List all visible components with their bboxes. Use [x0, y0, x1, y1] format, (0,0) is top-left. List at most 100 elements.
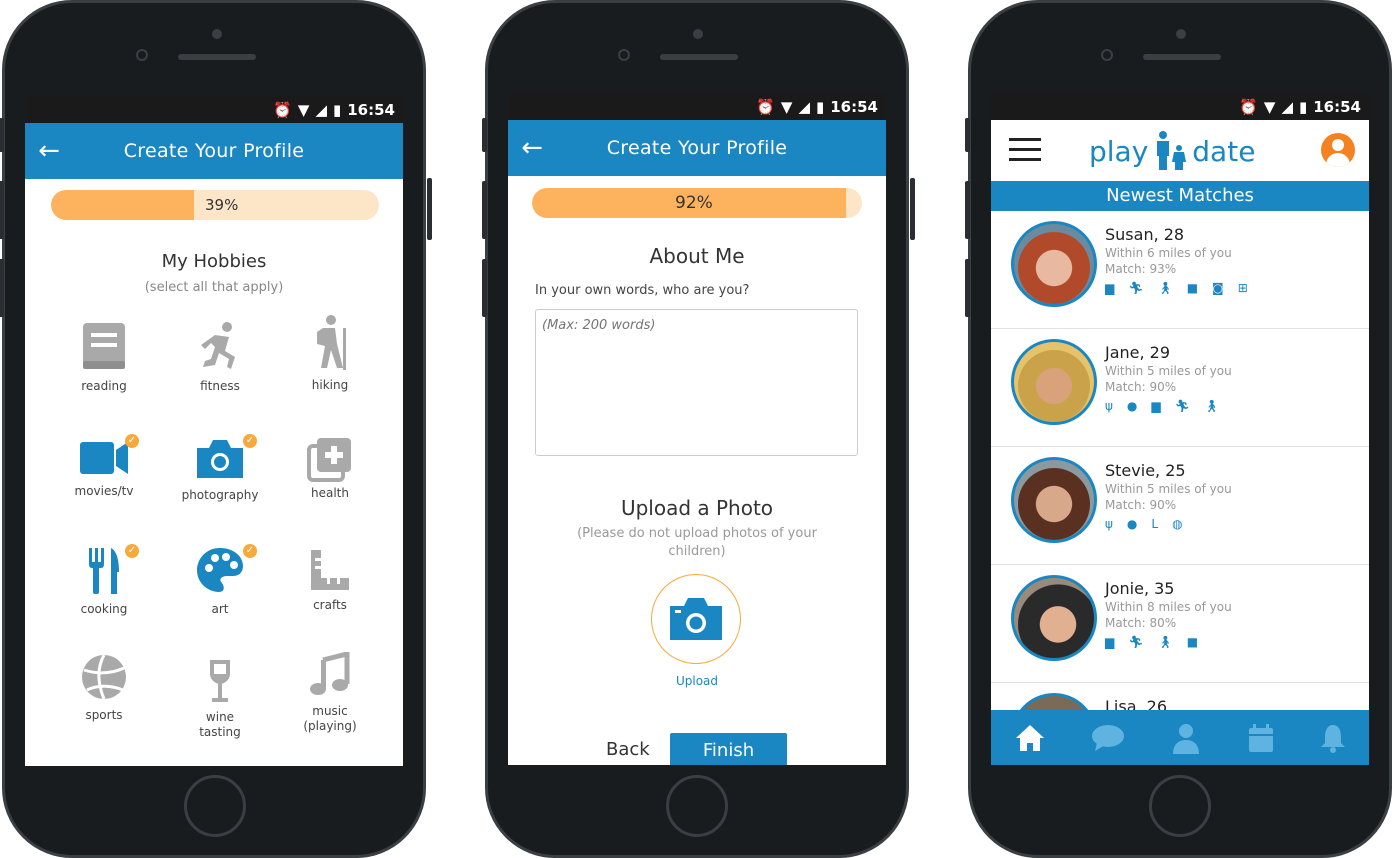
selected-check-icon: ✓ — [125, 544, 139, 558]
back-arrow-icon[interactable]: ← — [25, 138, 69, 164]
back-arrow-icon[interactable]: ← — [508, 135, 552, 161]
about-heading: About Me — [649, 244, 745, 268]
book-icon: ▆ — [1105, 281, 1115, 295]
hobby-health[interactable]: health — [275, 434, 385, 501]
section-title: Newest Matches — [991, 181, 1369, 211]
ruler-icon: L — [1151, 517, 1159, 531]
running-icon: 🏃︎ — [1174, 399, 1190, 413]
upload-heading: Upload a Photo — [620, 496, 774, 520]
palette-icon: ● — [1126, 399, 1138, 413]
profile-avatar-icon[interactable] — [1321, 133, 1355, 167]
selected-check-icon: ✓ — [243, 544, 257, 558]
alarm-icon: ⏰ — [756, 97, 775, 116]
bell-icon[interactable] — [1320, 723, 1346, 753]
hiking-icon: 🚶︎ — [1203, 399, 1220, 413]
video-camera-icon: ■ — [1186, 635, 1199, 649]
camera-icon: ◙ — [1212, 281, 1224, 295]
back-button[interactable]: Back — [606, 739, 650, 760]
upload-note: (Please do not upload photos of your chi… — [577, 526, 817, 559]
user-icon[interactable] — [1171, 722, 1201, 754]
alarm-icon: ⏰ — [1239, 97, 1258, 116]
signal-icon: ◢ — [315, 100, 327, 119]
menu-icon[interactable] — [1009, 138, 1041, 162]
hobby-wine[interactable]: wine tasting — [165, 658, 275, 740]
status-bar: ⏰ ▼ ◢ ▮ 16:54 — [508, 93, 886, 120]
hiking-icon: 🚶︎ — [1157, 635, 1173, 649]
camera-icon — [670, 598, 722, 640]
camera-icon — [197, 440, 243, 478]
status-bar: ⏰ ▼ ◢ ▮ 16:54 — [991, 93, 1369, 120]
hobby-cooking[interactable]: ✓ cooking — [49, 544, 159, 617]
app-bar: ← Create Your Profile — [25, 123, 403, 179]
signal-icon: ◢ — [1281, 97, 1293, 116]
running-icon: 🏃︎ — [1128, 635, 1144, 649]
progress-label: 39% — [205, 196, 239, 214]
ruler-icon — [311, 550, 349, 590]
signal-icon: ◢ — [798, 97, 810, 116]
music-note-icon — [310, 652, 350, 695]
screen-about: ⏰ ▼ ◢ ▮ 16:54 ← Create Your Profile 92% … — [508, 93, 886, 765]
hobby-movies[interactable]: ✓ movies/tv — [49, 434, 159, 499]
phone-frame-2: ⏰ ▼ ◢ ▮ 16:54 ← Create Your Profile 92% … — [482, 0, 915, 858]
status-time: 16:54 — [1313, 97, 1361, 116]
health-plus-icon: ⊞ — [1237, 281, 1248, 295]
home-icon[interactable] — [1014, 723, 1046, 753]
hobbies-heading: My Hobbies — [161, 251, 267, 272]
hobby-sports[interactable]: sports — [49, 652, 159, 723]
utensils-icon: ψ — [1105, 399, 1113, 413]
avatar — [1011, 339, 1097, 425]
battery-icon: ▮ — [1298, 97, 1308, 116]
progress-label: 92% — [675, 193, 713, 213]
home-button[interactable] — [1149, 775, 1211, 837]
progress-bar: 92% — [532, 188, 862, 218]
hobby-music[interactable]: music (playing) — [275, 652, 385, 734]
wifi-icon: ▼ — [780, 97, 793, 116]
palette-icon — [197, 548, 243, 592]
hobby-crafts[interactable]: crafts — [275, 548, 385, 613]
running-icon — [201, 322, 235, 369]
page-title: Create Your Profile — [606, 137, 788, 159]
hobby-fitness[interactable]: fitness — [165, 321, 275, 394]
palette-icon: ● — [1126, 517, 1138, 531]
home-button[interactable] — [666, 775, 728, 837]
chat-icon[interactable] — [1091, 723, 1125, 753]
hiking-icon: 🚶︎ — [1157, 281, 1173, 295]
health-plus-icon — [307, 438, 351, 482]
calendar-icon[interactable] — [1247, 723, 1275, 753]
match-card[interactable]: Jonie, 35 Within 8 miles of you Match: 8… — [991, 565, 1369, 683]
progress-bar: 39% — [51, 190, 379, 220]
avatar — [1011, 457, 1097, 543]
page-title: Create Your Profile — [123, 140, 305, 162]
hobby-art[interactable]: ✓ art — [165, 544, 275, 617]
alarm-icon: ⏰ — [273, 100, 292, 119]
finish-button[interactable]: Finish — [670, 733, 787, 765]
hobbies-subheading: (select all that apply) — [144, 280, 284, 295]
upload-photo-button[interactable] — [651, 574, 741, 664]
selected-check-icon: ✓ — [243, 434, 257, 448]
header: play date — [991, 120, 1369, 180]
selected-check-icon: ✓ — [125, 434, 139, 448]
wifi-icon: ▼ — [1263, 97, 1276, 116]
running-icon: 🏃︎ — [1128, 281, 1144, 295]
video-camera-icon: ■ — [1186, 281, 1199, 295]
match-card[interactable]: Jane, 29 Within 5 miles of you Match: 90… — [991, 329, 1369, 447]
avatar — [1011, 221, 1097, 307]
hobby-hiking[interactable]: hiking — [275, 314, 385, 393]
bottom-nav — [991, 710, 1369, 765]
volleyball-icon — [82, 654, 126, 700]
avatar — [1011, 575, 1097, 661]
home-button[interactable] — [184, 775, 246, 837]
hobby-photography[interactable]: ✓ photography — [165, 434, 275, 503]
screen-matches: ⏰ ▼ ◢ ▮ 16:54 play date Newest Matches S… — [991, 93, 1369, 765]
battery-icon: ▮ — [332, 100, 342, 119]
hobby-reading[interactable]: reading — [49, 321, 159, 394]
wifi-icon: ▼ — [297, 100, 310, 119]
battery-icon: ▮ — [815, 97, 825, 116]
match-card[interactable]: Stevie, 25 Within 5 miles of you Match: … — [991, 447, 1369, 565]
about-textarea[interactable] — [535, 309, 858, 456]
screen-hobbies: ⏰ ▼ ◢ ▮ 16:54 ← Create Your Profile 39% … — [25, 96, 403, 766]
upload-label[interactable]: Upload — [508, 674, 886, 688]
status-time: 16:54 — [830, 97, 878, 116]
match-card[interactable]: Susan, 28 Within 6 miles of you Match: 9… — [991, 211, 1369, 329]
about-prompt: In your own words, who are you? — [535, 283, 750, 298]
